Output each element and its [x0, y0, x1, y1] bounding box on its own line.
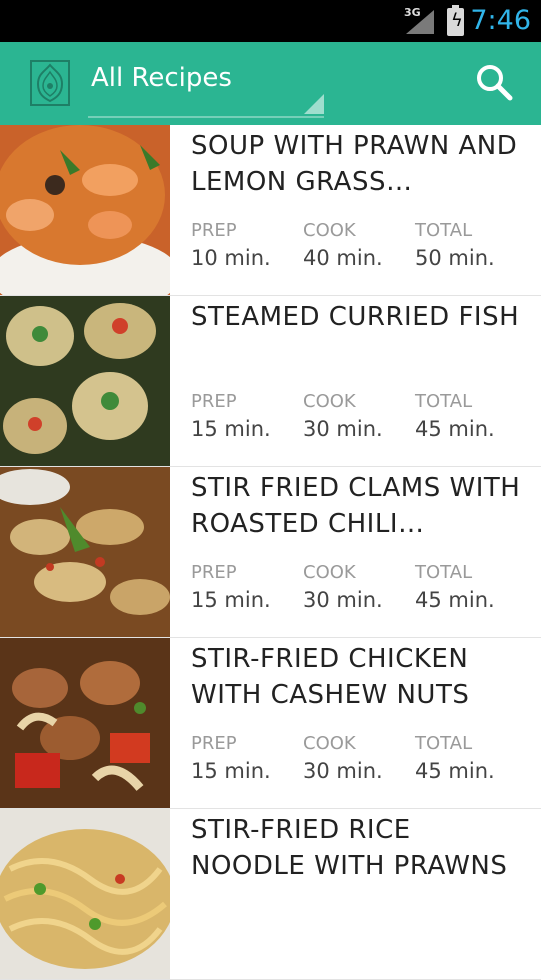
recipe-name: STEAMED CURRIED FISH: [191, 302, 520, 332]
recipe-thumbnail: [0, 809, 170, 979]
total-label: TOTAL: [415, 391, 473, 412]
cook-label: COOK: [303, 562, 356, 583]
cook-value: 30 min.: [303, 759, 383, 783]
cook-time: COOK 30 min.: [303, 562, 413, 612]
prep-label: PREP: [191, 391, 237, 412]
prep-value: 15 min.: [191, 759, 271, 783]
total-time: TOTAL 45 min.: [415, 733, 525, 783]
recipe-list[interactable]: SOUP WITH PRAWN AND LEMON GRASS… PREP 10…: [0, 125, 541, 980]
recipe-row[interactable]: STIR FRIED CLAMS WITH ROASTED CHILI… PRE…: [0, 467, 541, 638]
recipe-name: SOUP WITH PRAWN AND LEMON GRASS…: [191, 131, 518, 197]
status-bar: 3G ϟ 7:46: [0, 0, 541, 42]
prep-time: PREP 15 min.: [191, 562, 301, 612]
total-label: TOTAL: [415, 220, 473, 241]
search-icon[interactable]: [474, 62, 514, 102]
total-time: TOTAL 50 min.: [415, 220, 525, 270]
signal-icon: [406, 10, 434, 34]
spinner-arrow-icon: [304, 94, 324, 114]
prep-label: PREP: [191, 562, 237, 583]
recipe-name: STIR FRIED CLAMS WITH ROASTED CHILI…: [191, 473, 521, 539]
status-time: 7:46: [470, 5, 531, 36]
total-time: TOTAL 45 min.: [415, 391, 525, 441]
cook-value: 40 min.: [303, 246, 383, 270]
prep-label: PREP: [191, 733, 237, 754]
thai-ornament-logo-icon[interactable]: [30, 60, 70, 106]
prep-value: 15 min.: [191, 417, 271, 441]
total-value: 50 min.: [415, 246, 495, 270]
recipe-name: STIR-FRIED RICE NOODLE WITH PRAWNS: [191, 815, 508, 881]
recipe-thumbnail: [0, 296, 170, 466]
spinner-underline: [88, 116, 324, 118]
total-time: TOTAL 45 min.: [415, 562, 525, 612]
battery-icon: ϟ: [447, 5, 464, 36]
recipe-thumbnail: [0, 125, 170, 295]
prep-time: PREP 15 min.: [191, 391, 301, 441]
total-label: TOTAL: [415, 562, 473, 583]
cook-label: COOK: [303, 391, 356, 412]
recipe-filter-spinner[interactable]: All Recipes: [91, 63, 232, 93]
recipe-row[interactable]: STEAMED CURRIED FISH PREP 15 min. COOK 3…: [0, 296, 541, 467]
prep-value: 15 min.: [191, 588, 271, 612]
cook-time: COOK 40 min.: [303, 220, 413, 270]
cook-label: COOK: [303, 733, 356, 754]
total-value: 45 min.: [415, 588, 495, 612]
recipe-thumbnail: [0, 638, 170, 808]
recipe-name: STIR-FRIED CHICKEN WITH CASHEW NUTS: [191, 644, 470, 710]
prep-value: 10 min.: [191, 246, 271, 270]
cook-time: COOK 30 min.: [303, 733, 413, 783]
cook-value: 30 min.: [303, 417, 383, 441]
cook-time: COOK 30 min.: [303, 391, 413, 441]
action-bar: All Recipes: [0, 42, 541, 125]
total-value: 45 min.: [415, 417, 495, 441]
recipe-thumbnail: [0, 467, 170, 637]
recipe-row[interactable]: SOUP WITH PRAWN AND LEMON GRASS… PREP 10…: [0, 125, 541, 296]
total-label: TOTAL: [415, 733, 473, 754]
recipe-row[interactable]: STIR-FRIED RICE NOODLE WITH PRAWNS: [0, 809, 541, 980]
cook-label: COOK: [303, 220, 356, 241]
cook-value: 30 min.: [303, 588, 383, 612]
prep-time: PREP 10 min.: [191, 220, 301, 270]
recipe-row[interactable]: STIR-FRIED CHICKEN WITH CASHEW NUTS PREP…: [0, 638, 541, 809]
total-value: 45 min.: [415, 759, 495, 783]
prep-time: PREP 15 min.: [191, 733, 301, 783]
prep-label: PREP: [191, 220, 237, 241]
